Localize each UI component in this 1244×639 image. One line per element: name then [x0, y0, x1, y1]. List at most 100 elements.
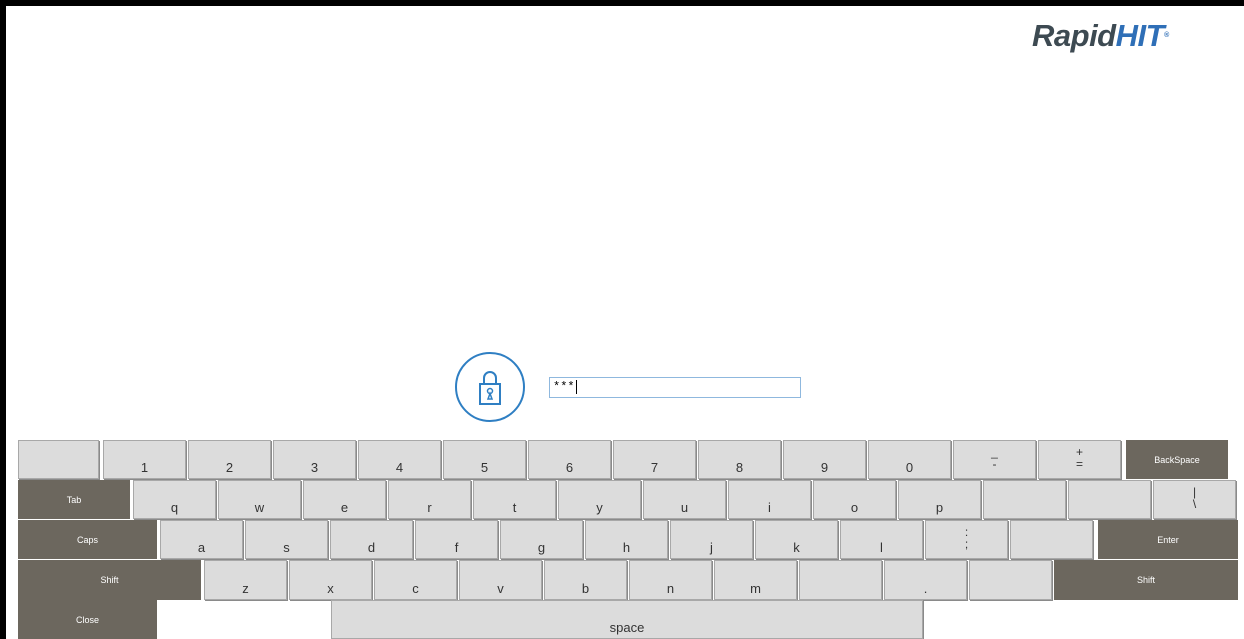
- key-blank[interactable]: [1010, 520, 1093, 559]
- key-label: t: [512, 500, 517, 515]
- key-backspace[interactable]: BackSpace: [1126, 440, 1228, 479]
- key-pipe-backslash[interactable]: | \: [1153, 480, 1236, 519]
- key-label: d: [367, 540, 376, 555]
- window-top-border: [0, 0, 1244, 6]
- key-r[interactable]: r: [388, 480, 471, 519]
- key-t[interactable]: t: [473, 480, 556, 519]
- logo-registered-mark: ®: [1164, 32, 1169, 39]
- key-9[interactable]: 9: [783, 440, 866, 479]
- key-a[interactable]: a: [160, 520, 243, 559]
- key-colon-semicolon[interactable]: :;: [925, 520, 1008, 559]
- key-label: _ -: [991, 445, 998, 471]
- key-label: m: [750, 581, 761, 596]
- key-s[interactable]: s: [245, 520, 328, 559]
- key-label: Caps: [76, 534, 98, 545]
- key-label: + =: [1075, 445, 1083, 471]
- key-d[interactable]: d: [330, 520, 413, 559]
- key-y[interactable]: y: [558, 480, 641, 519]
- key-j[interactable]: j: [670, 520, 753, 559]
- logo-part-hit: HIT: [1115, 18, 1165, 53]
- key-label: BackSpace: [1154, 454, 1200, 465]
- key-label: 8: [735, 460, 744, 475]
- key-label: v: [497, 581, 504, 596]
- key-label: 4: [395, 460, 404, 475]
- key-2[interactable]: 2: [188, 440, 271, 479]
- text-caret: [575, 379, 577, 394]
- key-label: x: [327, 581, 334, 596]
- key-z[interactable]: z: [204, 560, 287, 600]
- key-label: s: [283, 540, 290, 555]
- key-label: k: [793, 540, 800, 555]
- key-enter[interactable]: Enter: [1098, 520, 1238, 559]
- password-field[interactable]: ***: [549, 377, 801, 398]
- key-o[interactable]: o: [813, 480, 896, 519]
- key-label: g: [537, 540, 546, 555]
- key-label: 3: [310, 460, 319, 475]
- key-g[interactable]: g: [500, 520, 583, 559]
- key-tab[interactable]: Tab: [18, 480, 130, 519]
- key-u[interactable]: u: [643, 480, 726, 519]
- key-caps[interactable]: Caps: [18, 520, 157, 559]
- onscreen-keyboard: 1 2 3 4 5 6 7 8 9 0 _ - + = BackSpace Tab q w e r t y u i o p | \ Ca…: [18, 440, 1244, 639]
- key-label: w: [254, 500, 265, 515]
- key-label: j: [710, 540, 713, 555]
- key-label: l: [880, 540, 883, 555]
- rapidhit-logo: RapidHIT®: [1032, 20, 1169, 52]
- key-label: q: [170, 500, 179, 515]
- key-label: h: [622, 540, 631, 555]
- key-c[interactable]: c: [374, 560, 457, 600]
- key-period[interactable]: .: [884, 560, 967, 600]
- key-1[interactable]: 1: [103, 440, 186, 479]
- key-plus-equals[interactable]: + =: [1038, 440, 1121, 479]
- key-4[interactable]: 4: [358, 440, 441, 479]
- key-blank[interactable]: [18, 440, 99, 479]
- key-q[interactable]: q: [133, 480, 216, 519]
- key-x[interactable]: x: [289, 560, 372, 600]
- key-m[interactable]: m: [714, 560, 797, 600]
- key-label: y: [596, 500, 603, 515]
- key-label: e: [340, 500, 349, 515]
- key-0[interactable]: 0: [868, 440, 951, 479]
- key-label: c: [412, 581, 419, 596]
- key-k[interactable]: k: [755, 520, 838, 559]
- key-f[interactable]: f: [415, 520, 498, 559]
- key-label: .: [923, 581, 928, 596]
- key-blank[interactable]: [983, 480, 1066, 519]
- logo-part-rapid: Rapid: [1032, 18, 1116, 53]
- key-3[interactable]: 3: [273, 440, 356, 479]
- key-blank[interactable]: [1068, 480, 1151, 519]
- key-w[interactable]: w: [218, 480, 301, 519]
- key-7[interactable]: 7: [613, 440, 696, 479]
- key-l[interactable]: l: [840, 520, 923, 559]
- key-label: 2: [225, 460, 234, 475]
- window-left-border: [0, 0, 6, 639]
- key-label: a: [197, 540, 206, 555]
- key-label: 6: [565, 460, 574, 475]
- key-n[interactable]: n: [629, 560, 712, 600]
- key-label: space: [609, 620, 645, 635]
- key-6[interactable]: 6: [528, 440, 611, 479]
- key-8[interactable]: 8: [698, 440, 781, 479]
- key-shift-left[interactable]: Shift: [18, 560, 201, 600]
- key-label: 0: [905, 460, 914, 475]
- key-b[interactable]: b: [544, 560, 627, 600]
- key-i[interactable]: i: [728, 480, 811, 519]
- key-label: Shift: [100, 575, 119, 585]
- key-close[interactable]: Close: [18, 600, 157, 639]
- key-label: 7: [650, 460, 659, 475]
- key-blank[interactable]: [969, 560, 1052, 600]
- key-h[interactable]: h: [585, 520, 668, 559]
- key-label: :;: [964, 525, 969, 551]
- key-5[interactable]: 5: [443, 440, 526, 479]
- key-p[interactable]: p: [898, 480, 981, 519]
- key-underscore-minus[interactable]: _ -: [953, 440, 1036, 479]
- key-space[interactable]: space: [331, 600, 923, 639]
- key-label: f: [454, 540, 459, 555]
- key-blank[interactable]: [799, 560, 882, 600]
- key-label: Tab: [66, 494, 82, 505]
- key-e[interactable]: e: [303, 480, 386, 519]
- key-v[interactable]: v: [459, 560, 542, 600]
- key-shift-right[interactable]: Shift: [1054, 560, 1238, 600]
- key-label: n: [666, 581, 675, 596]
- key-label: | \: [1192, 485, 1197, 511]
